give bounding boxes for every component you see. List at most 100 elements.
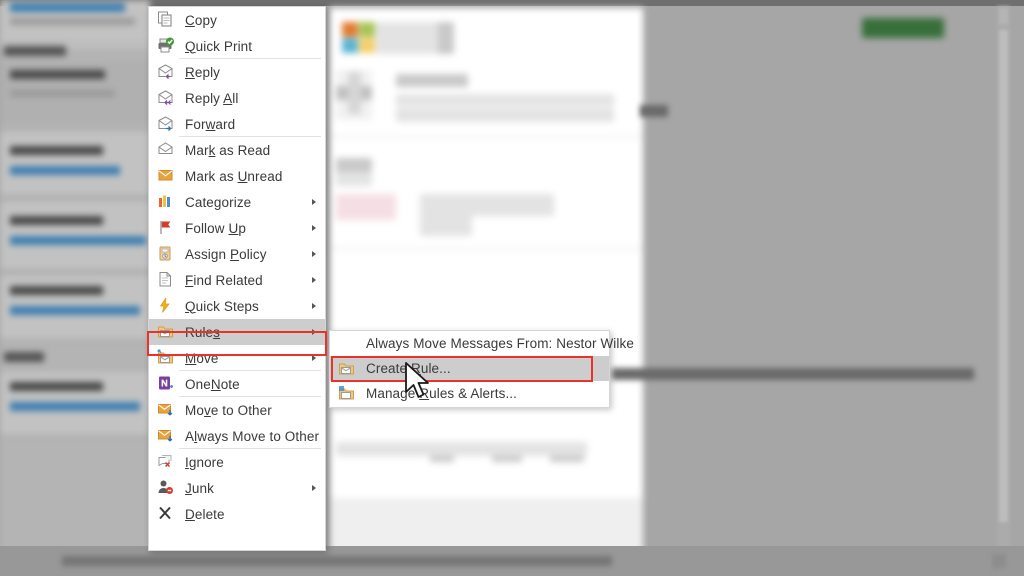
copy-icon xyxy=(157,11,177,29)
list-item[interactable] xyxy=(0,202,150,268)
find-related-icon xyxy=(157,271,177,289)
list-group-header xyxy=(4,352,44,362)
menu-item-onenote[interactable]: OneNote xyxy=(149,371,325,397)
menu-item-label: Mark as Unread xyxy=(185,168,283,184)
rules-folder-icon xyxy=(157,323,177,341)
list-group-header xyxy=(4,46,66,56)
submenu-arrow-icon xyxy=(312,251,316,257)
menu-item-forward[interactable]: Forward xyxy=(149,111,325,137)
create-rule-icon xyxy=(338,360,358,378)
menu-item-move[interactable]: Move xyxy=(149,345,325,371)
list-item-sender xyxy=(10,216,103,225)
list-item-subject xyxy=(10,3,125,12)
manage-rules-icon xyxy=(338,385,358,403)
menu-item-label: Categorize xyxy=(185,194,252,210)
list-item-preview xyxy=(10,90,115,97)
list-item-preview xyxy=(10,18,135,25)
menu-item-categorize[interactable]: Categorize xyxy=(149,189,325,215)
menu-item-always-move-to-other[interactable]: Always Move to Other xyxy=(149,423,325,449)
menu-item-label: Always Move Messages From: Nestor Wilke xyxy=(366,336,634,351)
always-move-to-other-icon xyxy=(157,427,177,445)
submenu-item-always-move-messages-from-nestor-wilke[interactable]: Always Move Messages From: Nestor Wilke xyxy=(330,331,634,356)
menu-item-label: Manage Rules & Alerts... xyxy=(366,386,517,401)
menu-item-mark-as-unread[interactable]: Mark as Unread xyxy=(149,163,325,189)
rules-submenu[interactable]: Always Move Messages From: Nestor Wilke C… xyxy=(329,330,634,408)
menu-item-copy[interactable]: Copy xyxy=(149,7,325,33)
list-item-sender xyxy=(10,146,103,155)
forward-icon xyxy=(157,115,177,133)
list-item-sender xyxy=(10,382,103,391)
menu-item-label: Assign Policy xyxy=(185,246,267,262)
message-list-pane[interactable] xyxy=(0,0,150,576)
submenu-item-manage-rules-alerts[interactable]: Manage Rules & Alerts... xyxy=(330,381,609,406)
submenu-arrow-icon xyxy=(312,303,316,309)
status-bar-text xyxy=(62,556,612,566)
menu-item-reply-all[interactable]: Reply All xyxy=(149,85,325,111)
menu-item-junk[interactable]: Junk xyxy=(149,475,325,501)
reply-all-icon xyxy=(157,89,177,107)
menu-item-label: Ignore xyxy=(185,454,224,470)
categorize-icon xyxy=(157,193,177,211)
ignore-icon xyxy=(157,453,177,471)
menu-item-label: Rules xyxy=(185,324,221,340)
list-item[interactable] xyxy=(0,132,150,194)
assign-policy-icon xyxy=(157,245,177,263)
move-to-other-icon xyxy=(157,401,177,419)
list-item-sender xyxy=(10,70,105,79)
junk-person-icon xyxy=(157,479,177,497)
list-item-subject xyxy=(10,236,146,245)
message-context-menu[interactable]: Copy Quick Print Reply Reply All Forward Mark… xyxy=(148,6,326,551)
menu-item-label: Mark as Read xyxy=(185,142,271,158)
submenu-arrow-icon xyxy=(312,485,316,491)
brand-logo xyxy=(342,22,376,54)
reading-pane[interactable] xyxy=(330,8,643,556)
submenu-arrow-icon xyxy=(312,277,316,283)
menu-item-label: Move xyxy=(185,350,219,366)
menu-item-label: Quick Print xyxy=(185,38,253,54)
submenu-arrow-icon xyxy=(312,329,316,335)
overflow-text-fragment xyxy=(640,105,668,117)
menu-item-move-to-other[interactable]: Move to Other xyxy=(149,397,325,423)
menu-item-reply[interactable]: Reply xyxy=(149,59,325,85)
list-item-subject xyxy=(10,166,120,175)
mouse-pointer xyxy=(405,362,429,398)
no-icon xyxy=(338,335,358,353)
menu-item-assign-policy[interactable]: Assign Policy xyxy=(149,241,325,267)
quick-print-icon xyxy=(157,37,177,55)
vertical-scrollbar[interactable] xyxy=(997,6,1010,570)
submenu-item-create-rule[interactable]: Create Rule... xyxy=(330,356,609,381)
menu-item-label: Forward xyxy=(185,116,236,132)
menu-item-find-related[interactable]: Find Related xyxy=(149,267,325,293)
menu-item-label: Follow Up xyxy=(185,220,246,236)
delete-x-icon xyxy=(157,505,177,523)
list-item-sender xyxy=(10,286,103,295)
follow-up-flag-icon xyxy=(157,219,177,237)
mark-as-read-icon xyxy=(157,141,177,159)
menu-item-label: Quick Steps xyxy=(185,298,259,314)
scrollbar-thumb[interactable] xyxy=(999,30,1008,522)
menu-item-ignore[interactable]: Ignore xyxy=(149,449,325,475)
menu-item-quick-print[interactable]: Quick Print xyxy=(149,33,325,59)
submenu-arrow-icon xyxy=(312,225,316,231)
overflow-text-fragment xyxy=(612,368,974,380)
quick-steps-lightning-icon xyxy=(157,297,177,315)
mark-as-unread-icon xyxy=(157,167,177,185)
menu-item-label: Move to Other xyxy=(185,402,272,418)
menu-item-label: Find Related xyxy=(185,272,263,288)
list-item-subject xyxy=(10,306,140,315)
menu-item-label: Reply All xyxy=(185,90,239,106)
menu-item-rules[interactable]: Rules xyxy=(149,319,325,345)
menu-item-quick-steps[interactable]: Quick Steps xyxy=(149,293,325,319)
zoom-control[interactable] xyxy=(992,554,1006,568)
menu-item-follow-up[interactable]: Follow Up xyxy=(149,215,325,241)
menu-item-label: Delete xyxy=(185,506,225,522)
reply-icon xyxy=(157,63,177,81)
submenu-arrow-icon xyxy=(312,199,316,205)
menu-item-delete[interactable]: Delete xyxy=(149,501,325,527)
menu-item-label: Always Move to Other xyxy=(185,428,320,444)
submenu-arrow-icon xyxy=(312,355,316,361)
menu-item-mark-as-read[interactable]: Mark as Read xyxy=(149,137,325,163)
menu-item-label: Junk xyxy=(185,480,214,496)
menu-item-label: Copy xyxy=(185,12,217,28)
green-text-watermark xyxy=(862,18,944,38)
